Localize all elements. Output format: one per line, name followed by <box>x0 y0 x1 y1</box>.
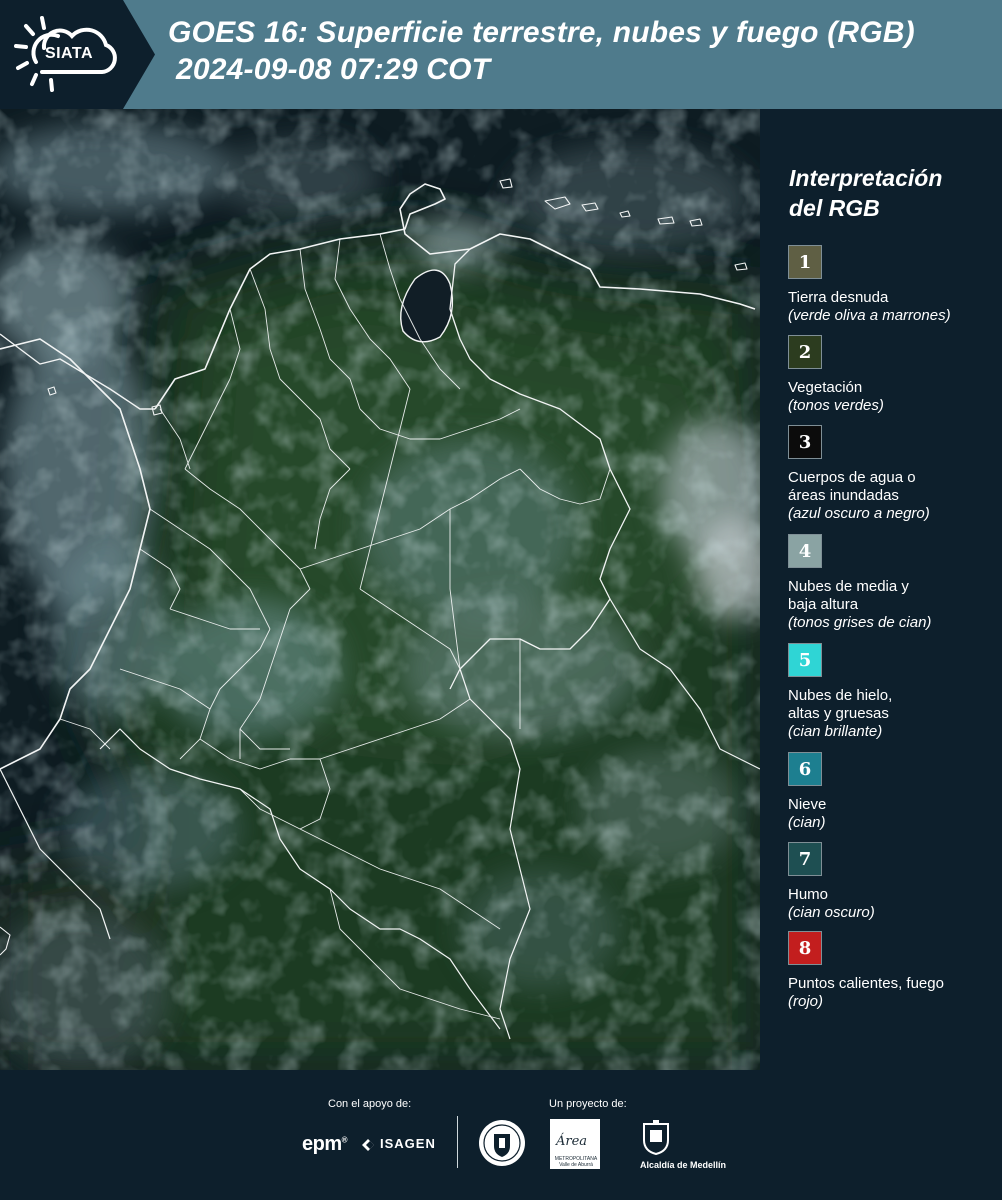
area-metropolitana-subtext: METROPOLITANA Valle de Aburrá <box>554 1156 598 1168</box>
legend-number: 4 <box>798 540 812 562</box>
legend-label-line: Nieve <box>788 796 827 813</box>
legend-label: Nubes de hielo, altas y gruesas <box>788 687 998 723</box>
legend-number: 2 <box>798 341 812 363</box>
legend-note: (cian oscuro) <box>788 904 875 921</box>
legend-label-line: Tierra desnuda <box>788 289 889 306</box>
legend-panel: Interpretación del RGB 1 Tierra desnuda … <box>760 109 1002 1070</box>
legend-label-line: Vegetación <box>788 379 863 396</box>
legend-item-water: 3 Cuerpos de agua o áreas inundadas (azul… <box>788 425 998 523</box>
legend-item-vegetation: 2 Vegetación (tonos verdes) <box>788 335 998 415</box>
header: SIATA GOES 16: Superficie terrestre, nub… <box>0 0 1002 109</box>
legend-label-line: Nubes de hielo, <box>788 687 893 704</box>
legend-label: Vegetación <box>788 379 998 397</box>
siata-logo-text: SIATA <box>44 45 94 62</box>
legend-number: 5 <box>798 649 812 671</box>
legend-title: Interpretación del RGB <box>789 163 989 223</box>
legend-label: Humo <box>788 886 998 904</box>
legend-label-line: Cuerpos de agua o <box>788 469 916 486</box>
legend-swatch: 1 <box>788 245 822 279</box>
legend-swatch: 7 <box>788 842 822 876</box>
legend-note: (azul oscuro a negro) <box>788 505 930 522</box>
medellin-logo-text: Alcaldía de Medellín <box>640 1160 727 1170</box>
legend-item-ice-clouds: 5 Nubes de hielo, altas y gruesas (cian b… <box>788 643 998 741</box>
legend-label: Puntos calientes, fuego <box>788 975 998 993</box>
legend-item-smoke: 7 Humo (cian oscuro) <box>788 842 998 922</box>
legend-number: 1 <box>798 251 812 273</box>
legend-label-line: Puntos calientes, fuego <box>788 975 944 992</box>
legend-label-line: Nubes de media y <box>788 578 909 595</box>
legend-note: (verde oliva a marrones) <box>788 307 951 324</box>
legend-swatch: 4 <box>788 534 822 568</box>
footer-divider <box>457 1116 458 1168</box>
support-label: Con el apoyo de: <box>328 1098 412 1110</box>
isagen-logo: ISAGEN <box>380 1136 436 1151</box>
legend-item-mid-low-clouds: 4 Nubes de media y baja altura (tonos gri… <box>788 534 998 632</box>
legend-note: (rojo) <box>788 993 824 1010</box>
legend-label: Nubes de media y baja altura <box>788 578 998 614</box>
area-metropolitana-text: Área <box>556 1134 588 1149</box>
epm-logo: epm® <box>302 1133 348 1155</box>
legend-swatch: 5 <box>788 643 822 677</box>
footer: Con el apoyo de: Un proyecto de: epm® IS… <box>0 1070 1002 1200</box>
project-label: Un proyecto de: <box>549 1098 627 1110</box>
legend-number: 7 <box>798 848 812 870</box>
legend-swatch: 3 <box>788 425 822 459</box>
legend-note: (tonos grises de cian) <box>788 614 932 631</box>
legend-item-bare-soil: 1 Tierra desnuda (verde oliva a marrones… <box>788 245 998 325</box>
timestamp: 2024-09-08 07:29 COT <box>176 53 491 86</box>
legend-title-line: del RGB <box>789 195 880 221</box>
legend-label-line: Humo <box>788 886 829 903</box>
page-title: GOES 16: Superficie terrestre, nubes y f… <box>168 16 915 49</box>
legend-swatch: 6 <box>788 752 822 786</box>
legend-label-line: baja altura <box>788 596 859 613</box>
legend-label: Cuerpos de agua o áreas inundadas <box>788 469 998 505</box>
university-seal-icon <box>479 1120 525 1166</box>
legend-number: 6 <box>798 758 812 780</box>
satellite-map[interactable] <box>0 109 760 1070</box>
medellin-crest-icon <box>643 1120 669 1156</box>
legend-item-snow: 6 Nieve (cian) <box>788 752 998 832</box>
legend-label-line: altas y gruesas <box>788 705 889 722</box>
legend-label: Tierra desnuda <box>788 289 998 307</box>
legend-swatch: 2 <box>788 335 822 369</box>
satellite-image <box>0 109 760 1070</box>
legend-note: (cian) <box>788 814 826 831</box>
legend-swatch: 8 <box>788 931 822 965</box>
legend-label-line: áreas inundadas <box>788 487 899 504</box>
epm-logo-text: epm <box>302 1133 342 1155</box>
legend-number: 8 <box>798 937 812 959</box>
legend-item-fire: 8 Puntos calientes, fuego (rojo) <box>788 931 998 1011</box>
legend-number: 3 <box>798 431 812 453</box>
legend-title-line: Interpretación <box>789 165 943 191</box>
legend-label: Nieve <box>788 796 998 814</box>
legend-note: (cian brillante) <box>788 723 883 740</box>
legend-note: (tonos verdes) <box>788 397 884 414</box>
